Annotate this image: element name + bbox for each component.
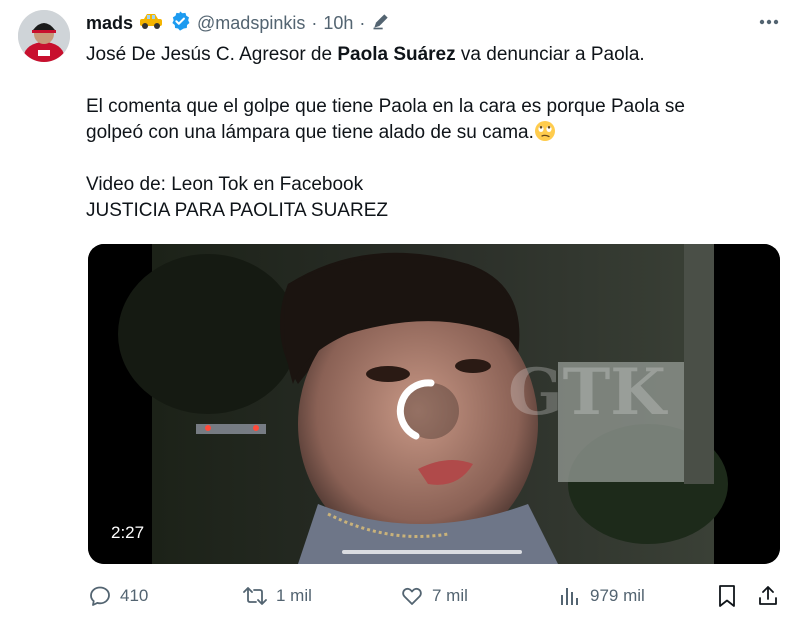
video-player[interactable]: GTK 2:27 bbox=[88, 244, 780, 564]
tweet-line: JUSTICIA PARA PAOLITA SUAREZ bbox=[86, 200, 388, 221]
tweet-line: José De Jesús C. Agresor de Paola Suárez… bbox=[86, 42, 776, 68]
bookmark-icon bbox=[716, 584, 738, 608]
reply-button[interactable]: 410 bbox=[88, 582, 148, 610]
repost-button[interactable]: 1 mil bbox=[242, 582, 312, 610]
share-button[interactable] bbox=[756, 582, 780, 610]
text-segment: golpeó con una lámpara que tiene alado d… bbox=[86, 122, 534, 143]
heart-icon bbox=[400, 584, 424, 608]
tweet-line: Video de: Leon Tok en Facebook bbox=[86, 174, 364, 195]
more-dots-icon[interactable] bbox=[756, 12, 782, 32]
timestamp[interactable]: 10h bbox=[323, 13, 353, 34]
like-button[interactable]: 7 mil bbox=[400, 582, 468, 610]
bookmark-button[interactable] bbox=[716, 582, 738, 610]
verified-badge-icon[interactable] bbox=[169, 10, 191, 37]
pencil-edit-icon[interactable] bbox=[371, 11, 391, 36]
video-duration: 2:27 bbox=[104, 520, 152, 546]
repost-count: 1 mil bbox=[276, 586, 312, 605]
loading-spinner-icon bbox=[394, 374, 468, 448]
share-icon bbox=[756, 584, 780, 608]
face-with-rolling-eyes-emoji bbox=[534, 120, 556, 142]
repost-icon bbox=[242, 584, 268, 608]
video-progress-bar[interactable] bbox=[342, 550, 522, 554]
car-emoji bbox=[139, 12, 163, 35]
views-count: 979 mil bbox=[590, 586, 645, 605]
reply-icon bbox=[88, 584, 112, 608]
tweet-line: El comenta que el golpe que tiene Paola … bbox=[86, 96, 685, 117]
text-segment: José De Jesús C. Agresor de bbox=[86, 44, 338, 65]
tweet-text: José De Jesús C. Agresor de Paola Suárez… bbox=[86, 42, 776, 224]
handle[interactable]: @madspinkis bbox=[197, 13, 305, 34]
tweet-actions: 410 1 mil 7 mil 979 mil bbox=[88, 582, 784, 610]
watermark-text: GTK bbox=[508, 355, 668, 430]
display-name[interactable]: mads bbox=[86, 13, 133, 34]
bold-name: Paola Suárez bbox=[337, 44, 456, 65]
avatar[interactable] bbox=[18, 10, 70, 62]
separator: · bbox=[359, 12, 366, 33]
analytics-bars-icon bbox=[558, 584, 582, 608]
separator: · bbox=[311, 12, 318, 33]
avatar-image bbox=[18, 10, 70, 62]
tweet-line: golpeó con una lámpara que tiene alado d… bbox=[86, 120, 776, 146]
text-segment: va denunciar a Paola. bbox=[455, 44, 645, 65]
views-button[interactable]: 979 mil bbox=[558, 582, 645, 610]
reply-count: 410 bbox=[120, 586, 149, 605]
like-count: 7 mil bbox=[432, 586, 468, 605]
tweet-header: mads @madspinkis · 10h · bbox=[86, 10, 780, 36]
